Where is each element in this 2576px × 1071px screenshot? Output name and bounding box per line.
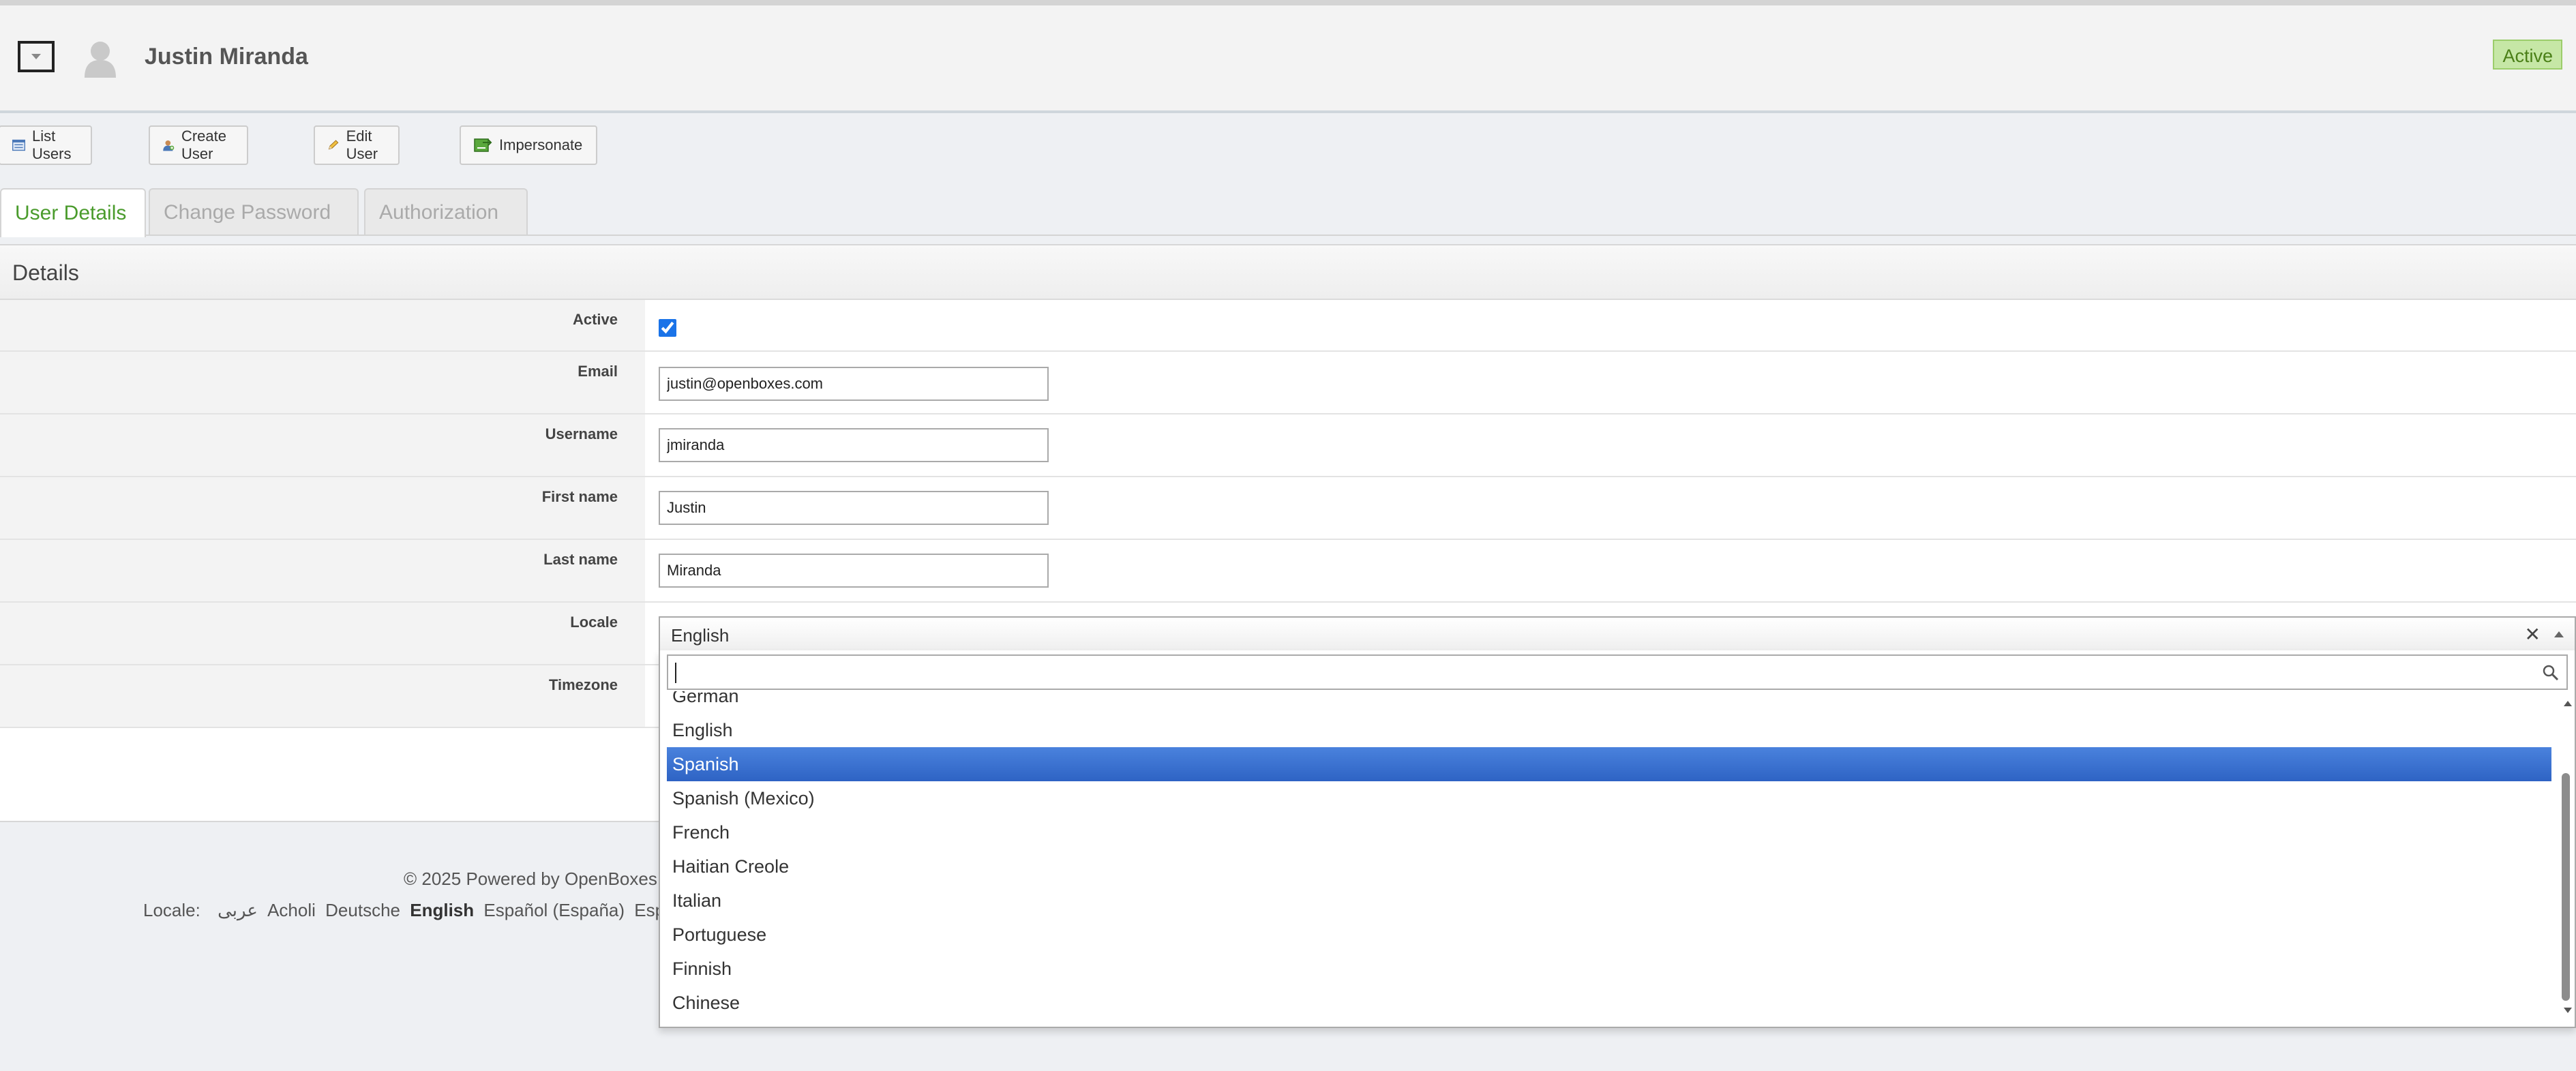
scroll-up-icon[interactable] (2564, 701, 2572, 706)
panel-header: Details (0, 245, 2576, 300)
list-users-button[interactable]: List Users (0, 125, 93, 165)
field-row-first-name: First name (0, 477, 2576, 540)
last-name-field[interactable] (659, 554, 1049, 588)
locale-select[interactable]: English ✕ (659, 616, 2576, 652)
tab-authorization[interactable]: Authorization (364, 188, 528, 236)
clear-icon[interactable]: ✕ (2525, 623, 2541, 646)
top-border (0, 0, 2576, 5)
panel-title: Details (12, 260, 79, 285)
locale-link-arabic[interactable]: عربى (218, 900, 258, 920)
tabs-divider (0, 235, 2576, 236)
locale-option-german[interactable]: German (667, 691, 2551, 713)
field-label: Active (572, 311, 618, 328)
locale-option-haitian-creole[interactable]: Haitian Creole (667, 849, 2551, 884)
field-label: Timezone (548, 676, 618, 693)
field-label: Locale (570, 614, 618, 631)
powered-by-text: © 2025 Powered by OpenBoxes (404, 869, 657, 889)
locale-option-chinese[interactable]: Chinese (667, 986, 2551, 1020)
edit-user-label: Edit User (346, 127, 378, 162)
active-checkbox[interactable] (659, 319, 676, 337)
first-name-field[interactable] (659, 491, 1049, 525)
locale-selected-value: English (671, 625, 730, 646)
field-label: Username (545, 425, 618, 442)
chevron-down-icon (31, 54, 41, 59)
status-badge: Active (2493, 40, 2562, 70)
field-label: Email (578, 363, 618, 380)
menu-toggle-button[interactable] (18, 41, 55, 72)
locale-link-acholi[interactable]: Acholi (267, 900, 316, 920)
scrollbar-thumb[interactable] (2562, 773, 2570, 1001)
impersonate-icon (474, 138, 492, 152)
text-caret (675, 663, 676, 683)
locale-dropdown: German English Spanish Spanish (Mexico) … (659, 650, 2576, 1028)
avatar (85, 42, 116, 78)
locale-option-english[interactable]: English (667, 713, 2551, 747)
impersonate-button[interactable]: Impersonate (460, 125, 598, 165)
create-user-button[interactable]: Create User (149, 125, 249, 165)
locale-options-list: German English Spanish Spanish (Mexico) … (667, 691, 2558, 1024)
locale-link-deutsche[interactable]: Deutsche (325, 900, 400, 920)
locale-option-spanish-mexico[interactable]: Spanish (Mexico) (667, 781, 2551, 815)
tab-user-details[interactable]: User Details (0, 188, 146, 237)
tab-change-password[interactable]: Change Password (149, 188, 359, 236)
field-row-username: Username (0, 414, 2576, 477)
tab-label: Authorization (379, 201, 499, 224)
locale-option-french[interactable]: French (667, 815, 2551, 849)
locale-label: Locale: (143, 900, 200, 920)
locale-option-portuguese[interactable]: Portuguese (667, 918, 2551, 952)
pencil-icon (328, 140, 339, 150)
add-user-icon (163, 140, 175, 151)
tab-label: User Details (15, 202, 127, 224)
locale-search-input[interactable] (667, 654, 2568, 690)
list-users-label: List Users (32, 127, 72, 162)
footer-locale-list: Locale: عربى Acholi Deutsche English Esp… (143, 900, 714, 921)
locale-option-spanish[interactable]: Spanish (667, 747, 2551, 781)
locale-option-italian[interactable]: Italian (667, 884, 2551, 918)
email-field[interactable] (659, 367, 1049, 401)
locale-option-finnish[interactable]: Finnish (667, 952, 2551, 986)
user-header: Justin Miranda Active (0, 5, 2576, 113)
create-user-label: Create User (181, 127, 227, 162)
field-row-email: Email (0, 352, 2576, 414)
page-title: Justin Miranda (145, 44, 308, 70)
field-label: Last name (543, 551, 618, 568)
field-row-last-name: Last name (0, 540, 2576, 603)
field-label: First name (541, 488, 618, 505)
field-row-active: Active (0, 300, 2576, 352)
tab-label: Change Password (164, 201, 331, 224)
locale-link-espanol-espana[interactable]: Español (España) (483, 900, 625, 920)
impersonate-label: Impersonate (499, 136, 583, 153)
scroll-down-icon[interactable] (2564, 1008, 2572, 1013)
locale-link-english[interactable]: English (410, 900, 474, 920)
username-field[interactable] (659, 428, 1049, 462)
chevron-up-icon[interactable] (2554, 631, 2564, 637)
search-icon (2543, 665, 2559, 681)
edit-user-button[interactable]: Edit User (314, 125, 400, 165)
list-icon (12, 139, 26, 151)
